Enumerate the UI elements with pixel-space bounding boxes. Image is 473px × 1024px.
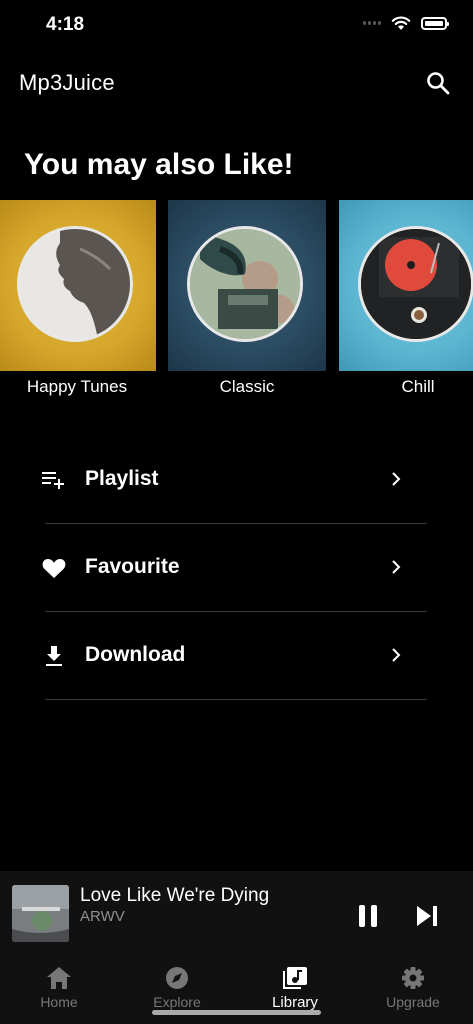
status-bar: 4:18 — [0, 0, 473, 52]
album-art-disc — [17, 226, 133, 342]
battery-icon — [421, 17, 449, 30]
menu-item-favourite[interactable]: Favourite — [42, 524, 427, 612]
card-label: Classic — [219, 377, 275, 396]
app-title: Mp3Juice — [19, 70, 115, 95]
wifi-icon — [391, 16, 411, 30]
tab-explore[interactable]: Explore — [118, 966, 236, 1010]
menu-label: Favourite — [85, 555, 180, 578]
tab-home[interactable]: Home — [0, 966, 118, 1010]
library-icon — [283, 967, 307, 989]
tab-label: Library — [272, 994, 318, 1011]
card-chill[interactable]: Chill — [339, 200, 473, 396]
album-thumbnail-art — [12, 885, 69, 942]
card-classic[interactable]: Classic — [168, 200, 326, 396]
pause-icon[interactable] — [355, 903, 381, 929]
album-art-disc — [358, 226, 473, 342]
chevron-right-icon — [392, 648, 401, 662]
status-icons — [363, 16, 449, 31]
tab-label: Explore — [153, 994, 201, 1010]
turntable-art — [361, 229, 471, 339]
mini-player[interactable]: Love Like We're Dying ARWV — [0, 871, 473, 956]
tab-label: Home — [40, 994, 78, 1010]
now-playing-artist: ARWV — [80, 908, 125, 925]
heart-icon — [42, 559, 66, 578]
menu-item-download[interactable]: Download — [45, 612, 427, 700]
download-icon — [46, 646, 62, 666]
library-menu: Playlist Favourite Download — [42, 436, 427, 700]
search-icon[interactable] — [425, 70, 451, 96]
menu-label: Playlist — [85, 467, 159, 490]
menu-item-playlist[interactable]: Playlist — [42, 436, 427, 524]
card-cover — [0, 200, 156, 371]
now-playing-title: Love Like We're Dying — [80, 885, 270, 906]
tab-library[interactable]: Library — [236, 966, 354, 1011]
now-playing-thumbnail — [12, 885, 69, 942]
home-indicator[interactable] — [152, 1010, 321, 1015]
compass-icon — [166, 967, 188, 989]
album-art-disc — [187, 226, 303, 342]
skip-next-icon[interactable] — [414, 903, 440, 929]
gramophone-art — [190, 229, 300, 339]
tab-label: Upgrade — [386, 994, 440, 1010]
chevron-right-icon — [392, 560, 401, 574]
playlist-add-icon — [42, 472, 64, 489]
section-title: You may also Like! — [24, 148, 294, 181]
status-time: 4:18 — [46, 14, 85, 35]
profile-art — [56, 229, 130, 339]
app-header: Mp3Juice — [0, 60, 473, 108]
recommendation-carousel[interactable]: Happy Tunes Classic Chill — [0, 200, 473, 400]
card-happy-tunes[interactable]: Happy Tunes — [0, 200, 156, 396]
card-cover — [168, 200, 326, 371]
gear-icon — [402, 967, 424, 989]
menu-label: Download — [85, 643, 186, 666]
card-label: Chill — [401, 377, 435, 396]
card-label: Happy Tunes — [26, 377, 128, 396]
tab-upgrade[interactable]: Upgrade — [354, 966, 472, 1010]
chevron-right-icon — [392, 472, 401, 486]
card-cover — [339, 200, 473, 371]
signal-icon — [363, 20, 381, 27]
home-icon — [47, 967, 71, 989]
